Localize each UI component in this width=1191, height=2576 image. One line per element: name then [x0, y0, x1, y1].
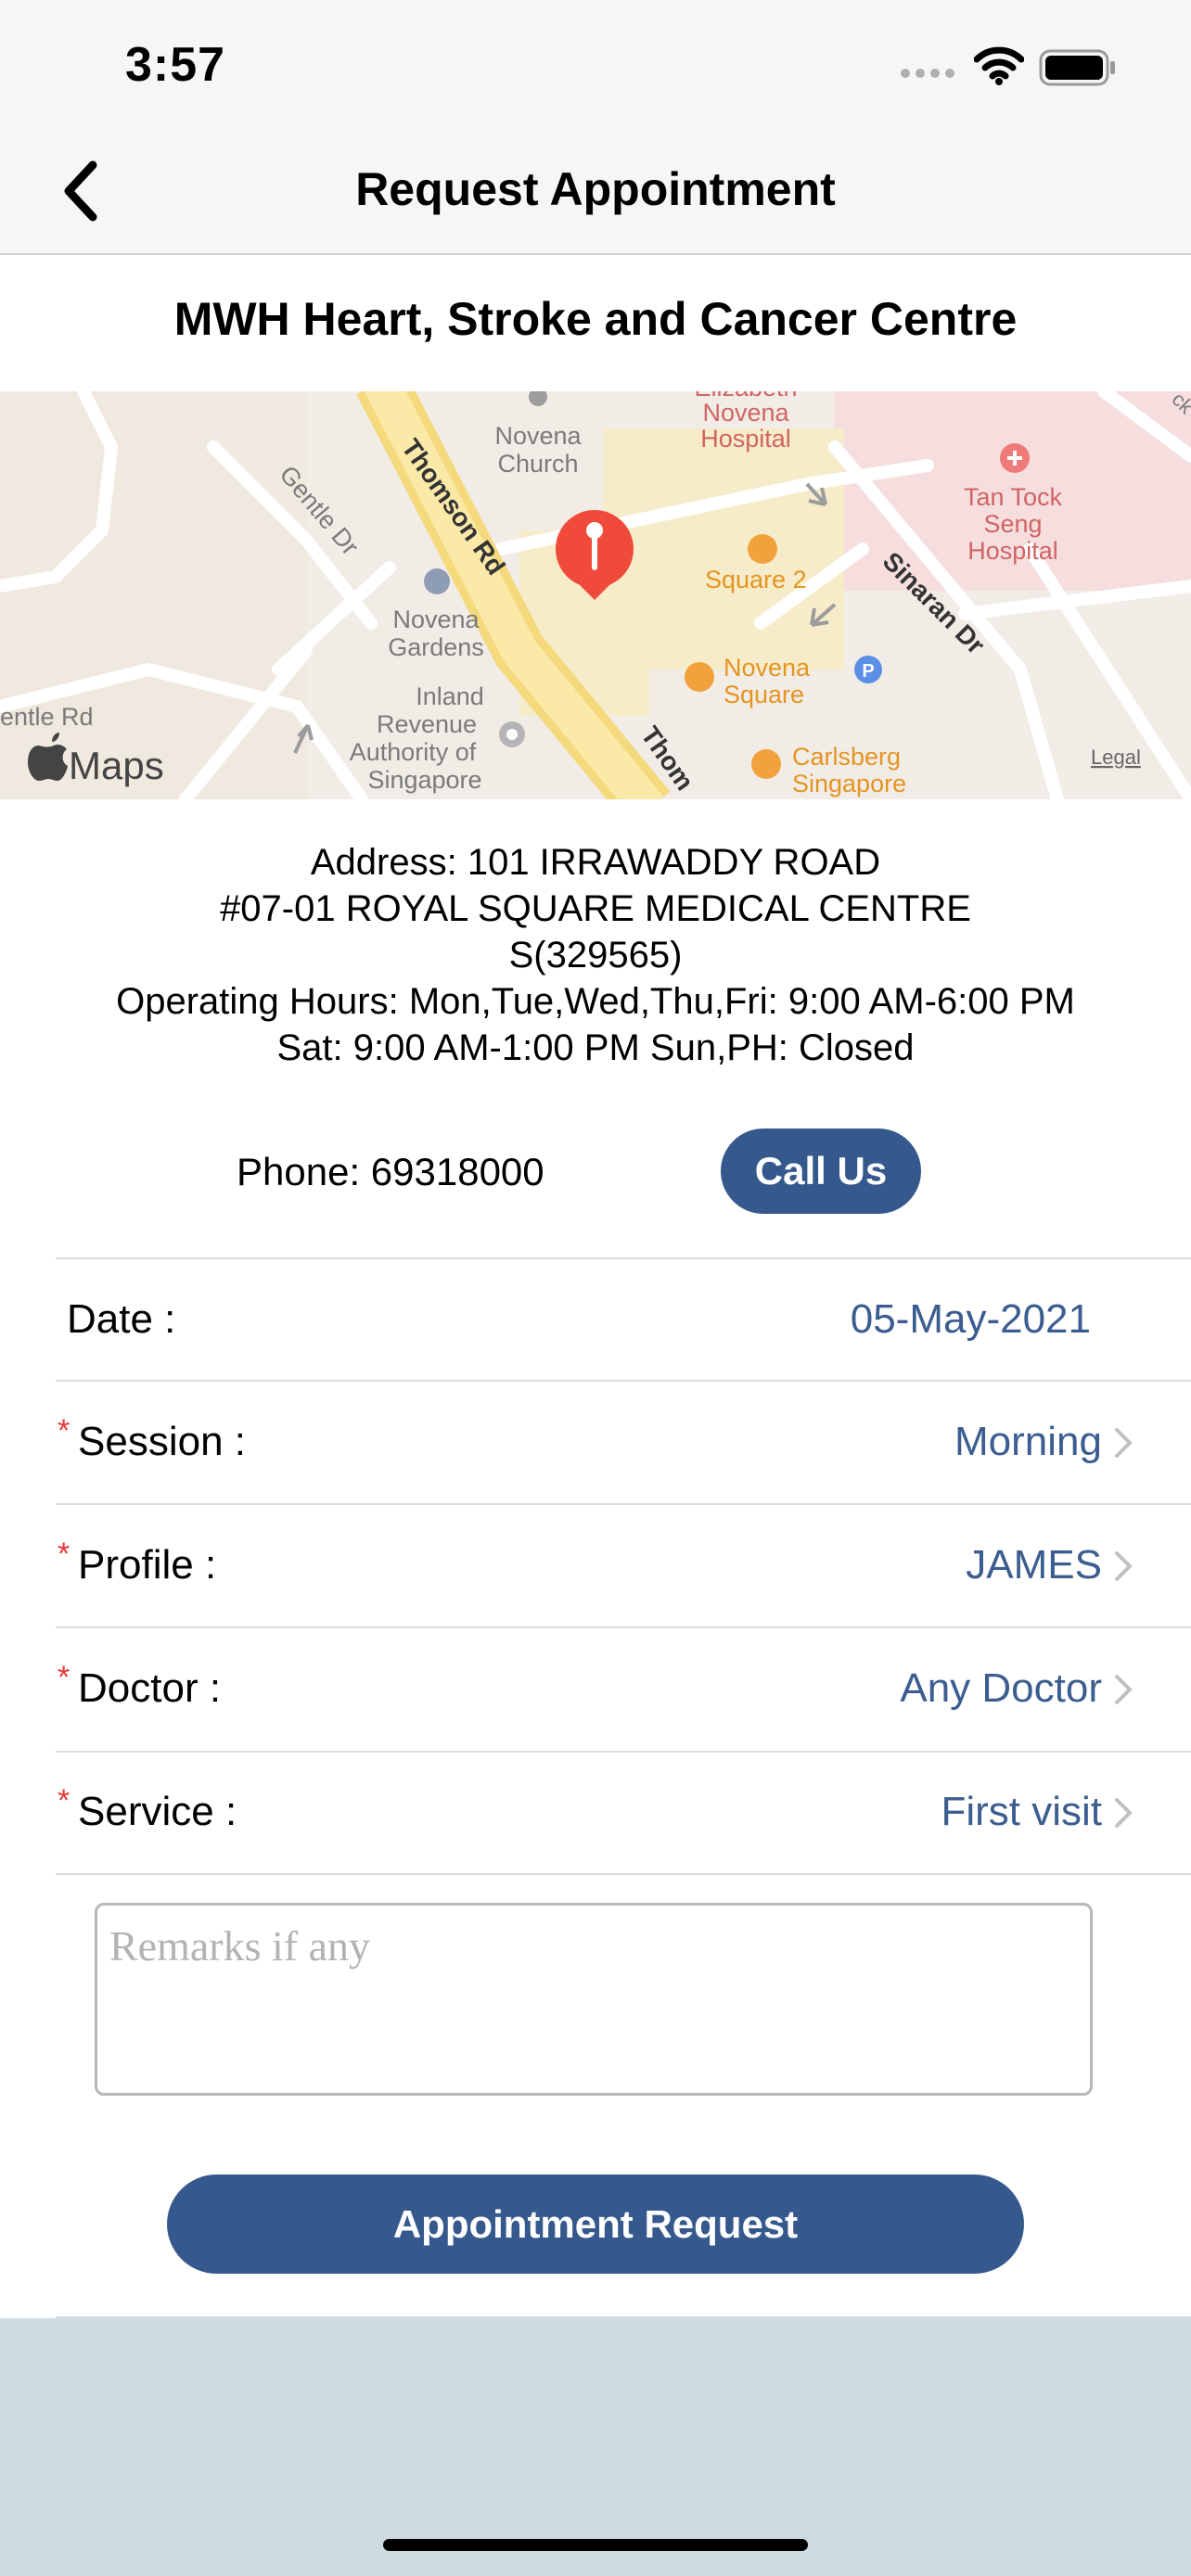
service-value[interactable]: First visit: [649, 1789, 1102, 1835]
map-label: entle Rd: [0, 703, 94, 731]
map-label: Gardens: [388, 633, 484, 661]
location-map[interactable]: P Novena Church Novena Gardens Inland Re…: [0, 391, 1191, 799]
operating-hours-line-1: Operating Hours: Mon,Tue,Wed,Thu,Fri: 9:…: [116, 981, 1075, 1022]
divider: [56, 1873, 1191, 1875]
map-label: Novena: [494, 422, 582, 450]
doctor-value[interactable]: Any Doctor: [649, 1665, 1102, 1712]
divider: [56, 1257, 1191, 1259]
required-marker: *: [58, 1660, 70, 1695]
map-label: Inland: [416, 682, 484, 710]
map-label: Tan Tock: [964, 483, 1063, 511]
map-label: Square 2: [705, 566, 807, 593]
map-label: Maps: [69, 744, 164, 787]
map-label: Authority of: [350, 738, 477, 766]
divider: [56, 1626, 1191, 1628]
remarks-placeholder: Remarks if any: [109, 1922, 371, 1970]
service-label: Service :: [78, 1789, 237, 1834]
address-line-3: S(329565): [508, 935, 683, 976]
footer-background: [0, 2318, 1191, 2576]
status-time: 3:57: [125, 38, 226, 92]
address-line-1: Address: 101 IRRAWADDY ROAD: [310, 842, 881, 883]
map-label: Hospital: [700, 425, 791, 453]
profile-value[interactable]: JAMES: [649, 1542, 1102, 1588]
chevron-right-icon[interactable]: [1113, 1426, 1133, 1460]
session-label: Session :: [78, 1419, 246, 1464]
map-label: Hospital: [967, 537, 1058, 565]
map-label: Church: [497, 450, 578, 478]
wifi-icon: [973, 46, 1025, 90]
battery-icon: [1039, 49, 1117, 91]
appointment-request-button[interactable]: Appointment Request: [167, 2174, 1024, 2274]
required-marker: *: [58, 1537, 70, 1572]
map-legal-link: Legal: [1091, 746, 1141, 769]
home-indicator[interactable]: [383, 2539, 808, 2551]
map-label: Revenue: [377, 710, 477, 738]
call-us-button[interactable]: Call Us: [721, 1129, 921, 1214]
map-label: Seng: [983, 510, 1042, 538]
divider: [56, 1751, 1191, 1753]
doctor-label: Doctor :: [78, 1665, 222, 1711]
profile-label: Profile :: [78, 1542, 217, 1588]
date-label: Date :: [67, 1296, 176, 1342]
map-label: Carlsberg: [792, 743, 901, 771]
map-label: P: [862, 661, 874, 682]
cellular-signal-icon: [900, 67, 957, 84]
divider: [56, 1380, 1191, 1382]
page-title: Request Appointment: [355, 163, 836, 215]
date-value[interactable]: 05-May-2021: [649, 1296, 1091, 1343]
chevron-right-icon[interactable]: [1113, 1673, 1133, 1706]
map-label: Novena: [392, 606, 480, 633]
phone-number: Phone: 69318000: [237, 1150, 544, 1193]
divider: [56, 1503, 1191, 1505]
operating-hours-line-2: Sat: 9:00 AM-1:00 PM Sun,PH: Closed: [276, 1027, 915, 1068]
map-label: Singapore: [367, 766, 481, 794]
required-marker: *: [58, 1413, 70, 1448]
clinic-name: MWH Heart, Stroke and Cancer Centre: [173, 293, 1018, 345]
session-value[interactable]: Morning: [649, 1419, 1102, 1465]
map-label: Square: [724, 681, 804, 708]
chevron-right-icon[interactable]: [1113, 1549, 1133, 1583]
map-label: Novena: [724, 654, 811, 682]
map-label: Novena: [702, 399, 789, 427]
required-marker: *: [58, 1783, 70, 1818]
chevron-right-icon[interactable]: [1113, 1796, 1133, 1830]
address-line-2: #07-01 ROYAL SQUARE MEDICAL CENTRE: [220, 888, 971, 929]
map-label: Singapore: [792, 770, 906, 797]
